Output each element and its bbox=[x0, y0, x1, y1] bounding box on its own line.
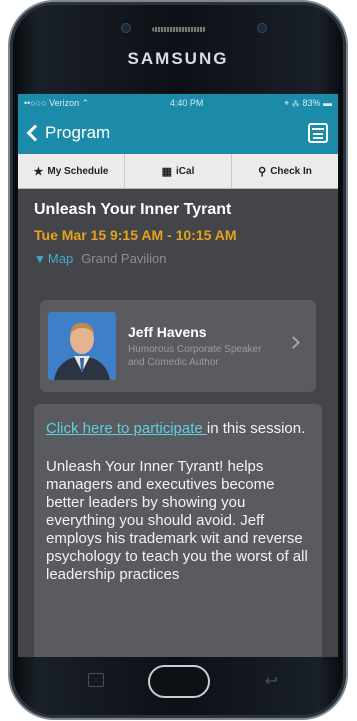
check-in-button[interactable]: ⚲ Check In bbox=[231, 154, 338, 188]
person-pin-icon: ⚲ bbox=[258, 165, 267, 178]
speaker-description: Humorous Corporate Speaker and Comedic A… bbox=[128, 343, 262, 368]
chevron-right-icon bbox=[287, 336, 300, 349]
recent-apps-icon[interactable] bbox=[88, 673, 104, 687]
nav-bar: Program bbox=[18, 112, 338, 154]
device-brand: SAMSUNG bbox=[127, 49, 229, 68]
action-bar: ★ My Schedule ▦ iCal ⚲ Check In bbox=[18, 154, 338, 189]
back-label: Program bbox=[45, 123, 111, 142]
my-schedule-button[interactable]: ★ My Schedule bbox=[18, 154, 124, 188]
star-icon: ★ bbox=[33, 165, 44, 178]
speaker-card[interactable]: Jeff Havens Humorous Corporate Speaker a… bbox=[40, 300, 316, 392]
battery-text: ⌖ ⁂ 83% ▬ bbox=[284, 97, 332, 108]
back-button[interactable]: Program bbox=[26, 123, 110, 143]
calendar-icon[interactable] bbox=[308, 123, 328, 143]
speaker-name: Jeff Havens bbox=[128, 323, 207, 340]
chevron-left-icon bbox=[26, 124, 44, 142]
session-details: Unleash Your Inner Tyrant Tue Mar 15 9:1… bbox=[18, 189, 338, 657]
ical-label: iCal bbox=[176, 165, 195, 177]
check-in-label: Check In bbox=[270, 165, 312, 177]
description-card: Click here to participate in this sessio… bbox=[34, 404, 322, 657]
app-screen: ••○○○ Verizon ⌃ 4:40 PM ⌖ ⁂ 83% ▬ Progra… bbox=[18, 94, 338, 657]
ical-button[interactable]: ▦ iCal bbox=[124, 154, 231, 188]
hardware-keys: ↩ bbox=[10, 657, 346, 718]
my-schedule-label: My Schedule bbox=[47, 165, 109, 177]
carrier-text: ••○○○ Verizon ⌃ bbox=[24, 97, 90, 108]
map-pin-icon: ▼ bbox=[34, 251, 46, 266]
location-row: ▼ Map Grand Pavilion bbox=[34, 251, 322, 266]
map-link[interactable]: Map bbox=[48, 251, 73, 266]
participate-suffix: in this session. bbox=[206, 420, 306, 437]
earpiece-speaker bbox=[152, 27, 206, 32]
back-key-icon[interactable]: ↩ bbox=[265, 671, 278, 691]
session-title: Unleash Your Inner Tyrant bbox=[34, 201, 232, 218]
session-datetime: Tue Mar 15 9:15 AM - 10:15 AM bbox=[34, 227, 237, 243]
participate-line: Click here to participate in this sessio… bbox=[46, 420, 310, 438]
speaker-avatar bbox=[48, 312, 116, 380]
home-button[interactable] bbox=[148, 665, 210, 698]
phone-frame: SAMSUNG ••○○○ Verizon ⌃ 4:40 PM ⌖ ⁂ 83% … bbox=[10, 2, 346, 718]
clock-text: 4:40 PM bbox=[169, 98, 204, 108]
venue-text: Grand Pavilion bbox=[81, 251, 167, 266]
calendar-icon: ▦ bbox=[161, 165, 173, 178]
front-camera bbox=[258, 24, 266, 32]
status-bar: ••○○○ Verizon ⌃ 4:40 PM ⌖ ⁂ 83% ▬ bbox=[18, 94, 338, 112]
session-description: Unleash Your Inner Tyrant! helps manager… bbox=[46, 458, 308, 583]
participate-link[interactable]: Click here to participate bbox=[46, 420, 207, 437]
proximity-sensor bbox=[122, 24, 130, 32]
